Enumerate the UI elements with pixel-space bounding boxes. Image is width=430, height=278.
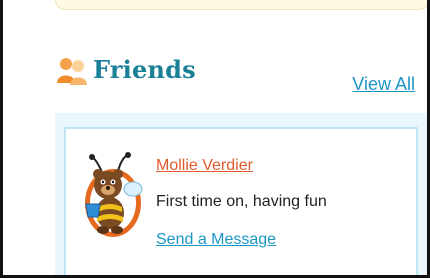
friends-icon (55, 56, 89, 86)
friend-card: Mollie Verdier First time on, having fun… (64, 127, 418, 275)
send-message-link[interactable]: Send a Message (156, 231, 276, 249)
section-title: Friends (93, 55, 196, 84)
friends-widget: Friends View All Mollie Verdier First ti… (0, 0, 430, 278)
friend-name-link[interactable]: Mollie Verdier (156, 157, 253, 175)
friends-header: Friends View All (55, 52, 421, 98)
bee-bear-avatar[interactable] (78, 149, 148, 247)
friend-status: First time on, having fun (156, 193, 327, 210)
friends-panel: Mollie Verdier First time on, having fun… (55, 113, 427, 275)
top-strip-divider (55, 0, 427, 10)
view-all-link[interactable]: View All (352, 74, 415, 95)
